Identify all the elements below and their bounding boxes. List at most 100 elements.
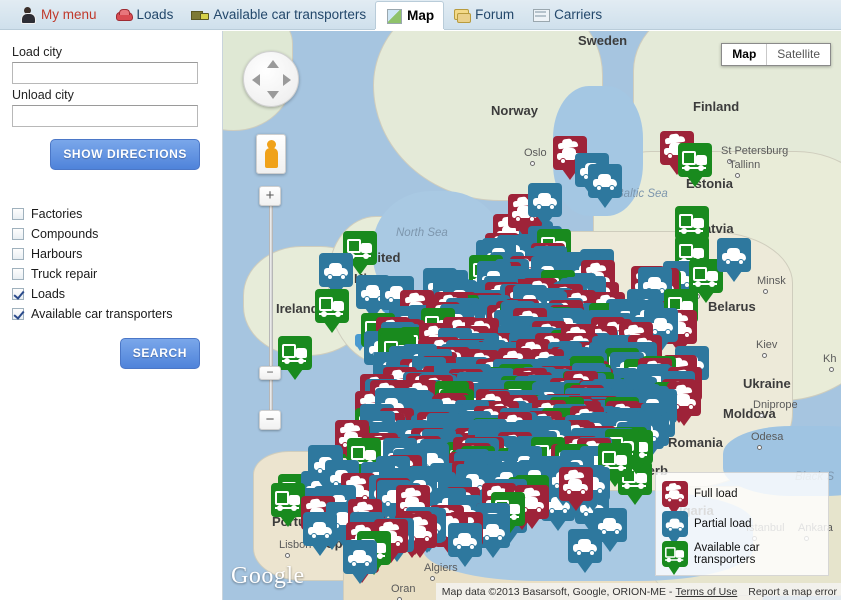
map-icon	[385, 8, 403, 24]
city-dot	[285, 553, 290, 558]
truck-icon	[662, 541, 688, 567]
tab-loads[interactable]: Loads	[106, 0, 183, 29]
tab-available-car-transporters[interactable]: Available car transporters	[182, 0, 375, 29]
pan-down-icon[interactable]	[267, 91, 279, 99]
map-marker-green[interactable]	[278, 336, 312, 380]
tab-label: Forum	[475, 7, 515, 22]
map-type-satellite-button[interactable]: Satellite	[767, 44, 830, 65]
map-marker-blue[interactable]	[319, 253, 353, 297]
zoom-control[interactable]: + − −	[259, 186, 283, 430]
search-button[interactable]: SEARCH	[119, 338, 200, 369]
main-navigation: My menu Loads Available car transporters…	[0, 0, 841, 30]
unload-city-input[interactable]	[12, 105, 198, 127]
show-directions-row: SHOW DIRECTIONS	[12, 139, 200, 170]
marker-tip	[668, 566, 680, 575]
full-load-marker-icon	[662, 481, 688, 515]
map-marker-blue[interactable]	[448, 523, 482, 567]
tab-label: Available car transporters	[213, 7, 367, 22]
city-dot	[829, 367, 834, 372]
tab-label: My menu	[41, 7, 97, 22]
map-canvas[interactable]: SwedenNorwayFinlandEstoniaLatviaLiBelaru…	[222, 31, 841, 600]
map-marker-green[interactable]	[315, 289, 349, 333]
map-type-map-button[interactable]: Map	[722, 44, 768, 65]
attribution-text: Map data ©2013 Basarsoft, Google, ORION-…	[441, 585, 673, 598]
map-marker-blue[interactable]	[343, 540, 377, 584]
zoom-slider-track[interactable]	[269, 200, 273, 415]
map-type-control[interactable]: Map Satellite	[721, 43, 831, 66]
map-attribution: Map data ©2013 Basarsoft, Google, ORION-…	[435, 583, 841, 600]
zoom-in-button[interactable]: +	[259, 186, 281, 206]
filter-label: Loads	[31, 287, 66, 301]
map-marker-blue[interactable]	[303, 512, 337, 556]
map-marker-blue[interactable]	[528, 183, 562, 227]
city-dot	[759, 413, 764, 418]
tab-carriers[interactable]: Carriers	[523, 0, 611, 29]
filter-row-factories[interactable]: Factories	[12, 204, 210, 224]
unload-city-label: Unload city	[12, 88, 74, 102]
red-car-icon	[115, 7, 133, 22]
pan-right-icon[interactable]	[283, 74, 291, 86]
pegman-body	[265, 148, 278, 168]
filter-label: Available car transporters	[31, 307, 173, 321]
search-row: SEARCH	[12, 338, 200, 369]
partial-load-marker-icon	[662, 511, 688, 545]
map-marker-green[interactable]	[271, 483, 305, 527]
terms-of-use-link[interactable]: Terms of Use	[675, 586, 737, 598]
map-marker-blue[interactable]	[568, 529, 602, 573]
report-map-error-link[interactable]: Report a map error	[748, 586, 837, 598]
zoom-out-button[interactable]: −	[259, 410, 281, 430]
city-dot	[430, 576, 435, 581]
map-marker-red[interactable]	[559, 467, 593, 511]
google-watermark: Google	[231, 563, 305, 589]
pan-control[interactable]	[243, 51, 299, 107]
tab-label: Map	[407, 8, 435, 23]
zoom-slider-handle[interactable]: −	[259, 366, 281, 380]
legend-item-available-car-transporters: Available car transporters	[662, 539, 824, 575]
search-sidebar: Load city Unload city SHOW DIRECTIONS Fa…	[0, 31, 222, 600]
legend-item-full-load: Full load	[662, 479, 824, 515]
map-marker-blue[interactable]	[717, 238, 751, 282]
tab-map[interactable]: Map	[375, 1, 445, 29]
filter-row-compounds[interactable]: Compounds	[12, 224, 210, 244]
city-dot	[762, 353, 767, 358]
forum-icon	[453, 7, 472, 23]
truck-repair-checkbox[interactable]	[12, 268, 24, 280]
map-marker-green[interactable]	[675, 206, 709, 250]
city-dot	[763, 289, 768, 294]
filter-row-available-car-transporters[interactable]: Available car transporters	[12, 304, 210, 324]
legend-item-partial-load: Partial load	[662, 509, 824, 545]
filter-row-truck-repair[interactable]: Truck repair	[12, 264, 210, 284]
show-directions-button[interactable]: SHOW DIRECTIONS	[50, 139, 200, 170]
legend-label: Partial load	[694, 518, 752, 530]
truck-icon	[191, 7, 210, 22]
load-city-input[interactable]	[12, 62, 198, 84]
street-view-pegman-icon[interactable]	[256, 134, 286, 174]
pan-left-icon[interactable]	[252, 74, 260, 86]
filter-label: Harbours	[31, 247, 83, 261]
carriers-icon	[532, 7, 551, 22]
legend-label: Full load	[694, 488, 738, 500]
tab-label: Carriers	[554, 7, 603, 22]
filter-row-loads[interactable]: Loads	[12, 284, 210, 304]
compounds-checkbox[interactable]	[12, 228, 24, 240]
pan-up-icon[interactable]	[267, 60, 279, 68]
filter-row-harbours[interactable]: Harbours	[12, 244, 210, 264]
load-city-label: Load city	[12, 45, 63, 59]
harbours-checkbox[interactable]	[12, 248, 24, 260]
city-dot	[530, 161, 535, 166]
filter-label: Compounds	[31, 227, 99, 241]
tab-forum[interactable]: Forum	[444, 0, 523, 29]
tab-my-menu[interactable]: My menu	[10, 0, 106, 29]
filter-label: Factories	[31, 207, 83, 221]
map-marker-blue[interactable]	[588, 164, 622, 208]
filter-label: Truck repair	[31, 267, 98, 281]
map-legend: Full load Partial load Available car tra…	[655, 472, 829, 576]
available-car-transporters-checkbox[interactable]	[12, 308, 24, 320]
city-dot	[727, 159, 732, 164]
person-icon	[19, 7, 36, 24]
loads-checkbox[interactable]	[12, 288, 24, 300]
car-icon	[662, 511, 688, 537]
legend-label: Available car transporters	[694, 542, 760, 566]
map-marker-green[interactable]	[678, 143, 712, 187]
factories-checkbox[interactable]	[12, 208, 24, 220]
